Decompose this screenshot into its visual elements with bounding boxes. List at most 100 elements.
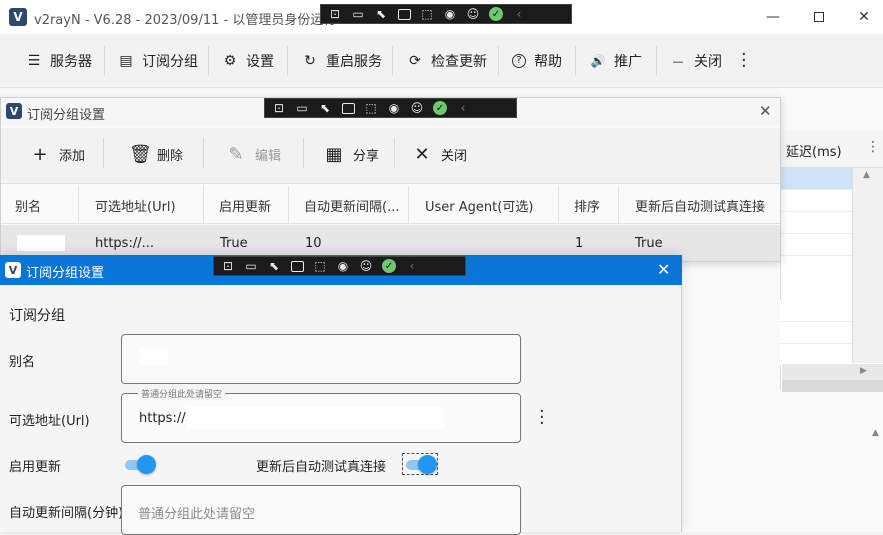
close-button[interactable]: ✕ 关闭 — [413, 145, 467, 164]
menu-help[interactable]: ? 帮助 — [512, 48, 562, 74]
url-hint: 普通分组此处请留空 — [138, 387, 226, 400]
pointer-icon[interactable]: ⬉ — [267, 259, 281, 273]
server-icon: ☰ — [27, 53, 41, 69]
menu-close-label: 关闭 — [694, 54, 722, 70]
chevron-left-icon[interactable]: ‹ — [405, 259, 419, 273]
accessibility-icon[interactable]: ☺ — [410, 101, 424, 115]
enable-update-toggle[interactable] — [123, 455, 156, 474]
inspect-icon[interactable]: ⬚ — [420, 7, 434, 21]
subscription-toolbar: + 添加 🗑 删除 ✎ 编辑 ▦ 分享 ✕ 关闭 — [1, 128, 780, 184]
minimize-icon: — — [766, 9, 780, 25]
close-icon[interactable]: ✕ — [759, 102, 772, 120]
pointer-icon[interactable]: ⬉ — [318, 101, 332, 115]
share-button[interactable]: ▦ 分享 — [325, 145, 379, 164]
inspector-toolbar: ⊡ ▭ ⬉ ⬚ ◉ ☺ ✓ ‹ — [320, 4, 572, 24]
toolbar-separator — [303, 138, 304, 168]
url-more-icon[interactable]: · · · — [539, 403, 545, 433]
interval-input[interactable]: 普通分组此处请留空 — [121, 485, 521, 535]
menu-subscription[interactable]: ▤ 订阅分组 — [118, 48, 198, 74]
check-icon[interactable]: ✓ — [382, 259, 396, 273]
accessibility-icon[interactable]: ☺ — [466, 7, 480, 21]
more-menu-icon[interactable]: · · · — [741, 46, 747, 76]
auto-test-label: 更新后自动测试真连接 — [256, 460, 387, 475]
close-window-button[interactable]: ✕ — [841, 0, 883, 34]
column-url[interactable]: 可选地址(Url) — [79, 186, 204, 224]
toggle-knob — [137, 455, 156, 474]
menu-check-update[interactable]: ⟳ 检查更新 — [407, 48, 487, 74]
table-row[interactable] — [780, 322, 852, 344]
column-remarks[interactable]: 别名 — [1, 186, 79, 224]
status-strip — [782, 380, 883, 392]
menu-settings[interactable]: ⚙ 设置 — [222, 48, 274, 74]
hot-reload-icon[interactable]: ◉ — [443, 7, 457, 21]
frame-icon[interactable] — [341, 101, 355, 115]
table-row[interactable] — [780, 344, 852, 366]
table-row[interactable] — [780, 190, 852, 212]
menu-help-label: 帮助 — [534, 54, 562, 70]
inspect-icon[interactable]: ⬚ — [364, 101, 378, 115]
select-element-icon[interactable]: ⊡ — [328, 7, 342, 21]
menu-separator — [498, 46, 499, 76]
column-sort[interactable]: 排序 — [559, 186, 619, 224]
trash-icon: 🗑 — [129, 143, 152, 165]
frame-icon[interactable] — [397, 7, 411, 21]
select-element-icon[interactable]: ⊡ — [272, 101, 286, 115]
menu-servers[interactable]: ☰ 服务器 — [26, 48, 92, 74]
accessibility-icon[interactable]: ☺ — [359, 259, 373, 273]
subscription-list-title: 订阅分组设置 — [27, 108, 106, 123]
table-row[interactable] — [780, 234, 852, 256]
auto-test-toggle[interactable] — [402, 453, 438, 475]
vertical-scrollbar[interactable]: ▲ — [852, 168, 883, 363]
table-row[interactable] — [780, 168, 852, 190]
menu-settings-label: 设置 — [246, 54, 274, 70]
inspect-icon[interactable]: ⬚ — [313, 259, 327, 273]
url-input[interactable]: 普通分组此处请留空 https:// — [121, 387, 521, 443]
menu-restart-service[interactable]: ↻ 重启服务 — [302, 48, 382, 74]
redacted-block — [186, 407, 444, 429]
remarks-input[interactable] — [121, 334, 521, 384]
video-icon[interactable]: ▭ — [295, 101, 309, 115]
scroll-up-icon[interactable]: ▲ — [872, 428, 879, 438]
menu-separator — [208, 46, 209, 76]
menu-promotion[interactable]: 🔊 推广 — [590, 48, 642, 74]
menu-promotion-label: 推广 — [614, 54, 642, 70]
share-label: 分享 — [353, 149, 380, 164]
chevron-left-icon[interactable]: ‹ — [456, 101, 470, 115]
scroll-right-icon[interactable]: ▶ — [860, 366, 867, 376]
edit-button[interactable]: ✎ 编辑 — [227, 145, 281, 164]
close-icon: ✕ — [858, 9, 870, 25]
close-icon[interactable]: ✕ — [657, 260, 670, 279]
maximize-button[interactable] — [796, 0, 842, 34]
main-menubar: ☰ 服务器 ▤ 订阅分组 ⚙ 设置 ↻ 重启服务 ⟳ 检查更新 ? 帮助 � — [0, 34, 883, 88]
check-icon[interactable]: ✓ — [433, 101, 447, 115]
table-row[interactable] — [780, 300, 852, 322]
column-enabled[interactable]: 启用更新 — [204, 186, 289, 224]
horizontal-scrollbar[interactable]: ▶ — [782, 364, 883, 380]
app-logo: V — [6, 103, 22, 119]
video-icon[interactable]: ▭ — [244, 259, 258, 273]
latency-column-header[interactable]: 延迟(ms) — [786, 141, 842, 160]
check-icon[interactable]: ✓ — [489, 7, 503, 21]
table-row[interactable] — [780, 212, 852, 234]
column-menu-icon[interactable]: ⋮ — [866, 139, 880, 155]
remarks-label: 别名 — [9, 355, 36, 370]
minimize-button[interactable]: — — [750, 0, 796, 34]
column-interval[interactable]: 自动更新间隔(... — [289, 186, 409, 224]
select-element-icon[interactable]: ⊡ — [221, 259, 235, 273]
add-button[interactable]: + 添加 — [31, 145, 85, 164]
menu-close[interactable]: — 关闭 — [670, 48, 723, 74]
delete-button[interactable]: 🗑 删除 — [129, 145, 183, 164]
hot-reload-icon[interactable]: ◉ — [387, 101, 401, 115]
video-icon[interactable]: ▭ — [351, 7, 365, 21]
toolbar-separator — [103, 138, 104, 168]
hot-reload-icon[interactable]: ◉ — [336, 259, 350, 273]
menu-separator — [575, 46, 576, 76]
scroll-up-icon[interactable]: ▲ — [863, 170, 870, 180]
frame-icon[interactable] — [290, 259, 304, 273]
pointer-icon[interactable]: ⬉ — [374, 7, 388, 21]
chevron-left-icon[interactable]: ‹ — [512, 7, 526, 21]
subscription-icon: ▤ — [119, 53, 133, 69]
column-auto-test[interactable]: 更新后自动测试真连接 — [619, 186, 780, 224]
column-user-agent[interactable]: User Agent(可选) — [409, 186, 559, 224]
update-icon: ⟳ — [409, 53, 421, 69]
